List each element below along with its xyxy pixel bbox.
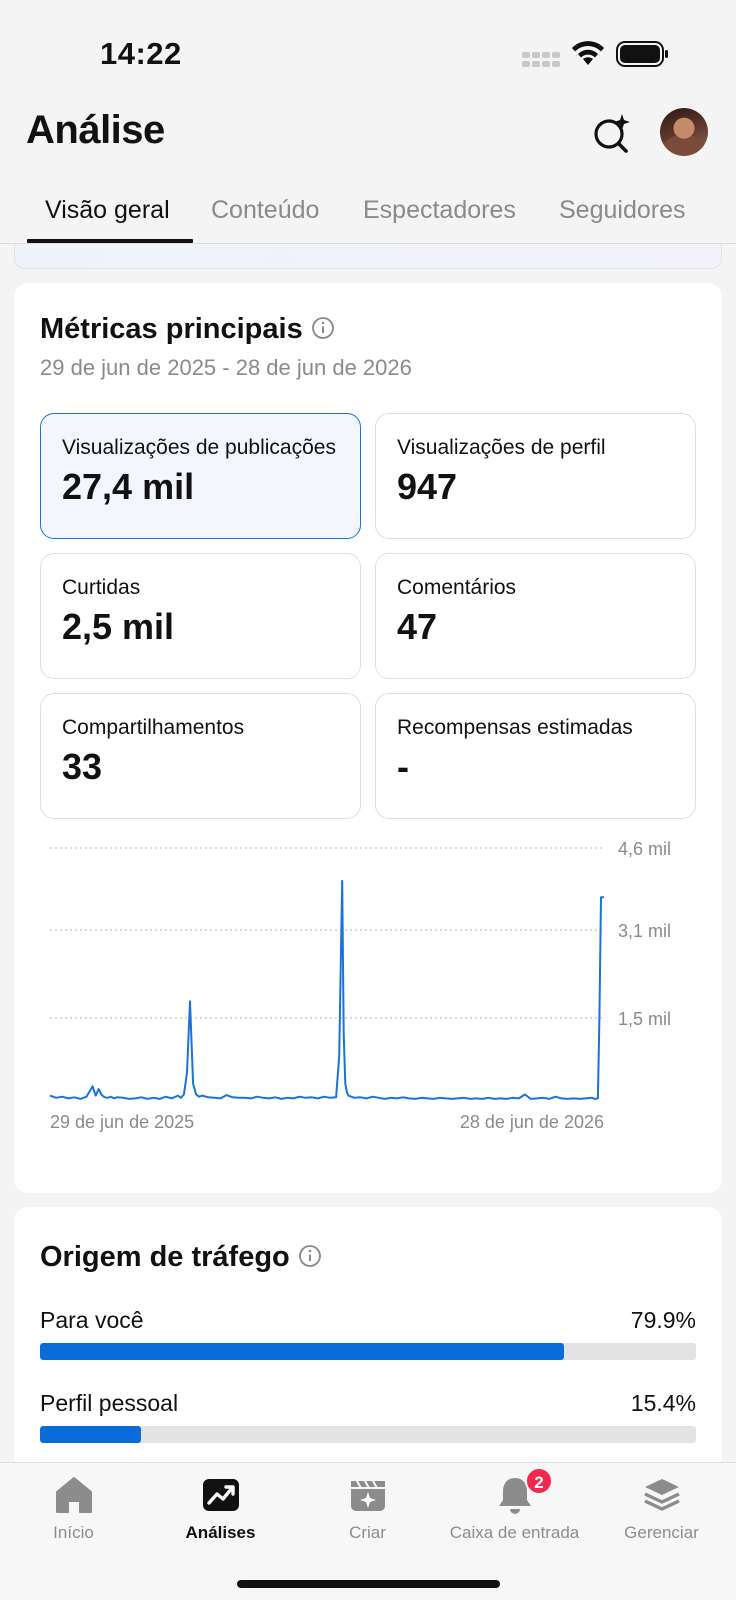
traffic-bar-track xyxy=(40,1343,696,1360)
info-icon[interactable] xyxy=(298,1244,322,1268)
metric-value: 33 xyxy=(62,746,103,787)
tab-viewers[interactable]: Espectadores xyxy=(363,196,516,225)
active-tab-indicator xyxy=(27,239,193,243)
page-title: Análise xyxy=(26,108,165,152)
cellular-signal-icon xyxy=(522,52,560,67)
notification-badge: 2 xyxy=(525,1467,553,1495)
metric-label: Compartilhamentos xyxy=(62,716,245,739)
create-icon xyxy=(350,1480,385,1511)
home-indicator xyxy=(237,1580,500,1588)
metric-label: Comentários xyxy=(397,576,517,599)
y-tick-label: 4,6 mil xyxy=(618,839,671,859)
date-range: 29 de jun de 2025 - 28 de jun de 2026 xyxy=(40,355,412,380)
nav-home[interactable]: Início xyxy=(0,1473,147,1543)
nav-label: Análises xyxy=(185,1523,256,1542)
tab-overview[interactable]: Visão geral xyxy=(45,196,170,225)
traffic-label: Para você xyxy=(40,1307,144,1333)
nav-label: Gerenciar xyxy=(624,1523,699,1542)
metric-label: Curtidas xyxy=(62,576,141,599)
battery-icon xyxy=(616,41,668,67)
metric-value: 47 xyxy=(397,606,438,647)
metric-profile-views[interactable]: Visualizações de perfil 947 xyxy=(375,413,696,539)
x-tick-label: 29 de jun de 2025 xyxy=(50,1112,194,1132)
tab-content[interactable]: Conteúdo xyxy=(211,196,319,225)
y-tick-label: 3,1 mil xyxy=(618,921,671,941)
metric-comments[interactable]: Comentários 47 xyxy=(375,553,696,679)
nav-manage[interactable]: Gerenciar xyxy=(588,1473,735,1543)
status-time: 14:22 xyxy=(100,36,182,71)
metric-post-views[interactable]: Visualizações de publicações 27,4 mil xyxy=(40,413,361,539)
metric-shares[interactable]: Compartilhamentos 33 xyxy=(40,693,361,819)
avatar[interactable] xyxy=(660,108,708,156)
traffic-source-title: Origem de tráfego xyxy=(40,1241,322,1274)
y-tick-label: 1,5 mil xyxy=(618,1009,671,1029)
metric-value: 947 xyxy=(397,466,458,507)
info-icon[interactable] xyxy=(311,316,335,340)
traffic-source-card: Origem de tráfego Para você 79.9% Perfil… xyxy=(14,1207,722,1477)
nav-label: Caixa de entrada xyxy=(449,1523,580,1542)
chart-canvas: 4,6 mil 3,1 mil 1,5 mil 29 de jun de 2025 28… xyxy=(49,839,671,1132)
traffic-row-profile: Perfil pessoal 15.4% xyxy=(40,1390,696,1470)
traffic-bar-track xyxy=(40,1426,696,1443)
traffic-bar-fill xyxy=(40,1426,142,1443)
metric-likes[interactable]: Curtidas 2,5 mil xyxy=(40,553,361,679)
metric-value: 27,4 mil xyxy=(62,466,195,507)
nav-label: Criar xyxy=(349,1523,386,1542)
traffic-label: Perfil pessoal xyxy=(40,1390,179,1416)
x-tick-label: 28 de jun de 2026 xyxy=(460,1112,604,1132)
traffic-percent: 79.9% xyxy=(630,1307,696,1333)
key-metrics-title: Métricas principais xyxy=(40,313,335,346)
nav-analytics[interactable]: Análises xyxy=(147,1473,294,1543)
metric-estimated-rewards[interactable]: Recompensas estimadas - xyxy=(375,693,696,819)
tab-bar: Visão geral Conteúdo Espectadores Seguid… xyxy=(0,180,736,244)
traffic-row-for-you: Para você 79.9% xyxy=(40,1307,696,1387)
traffic-percent: 15.4% xyxy=(630,1390,696,1416)
metric-value: 2,5 mil xyxy=(62,606,175,647)
layers-icon xyxy=(643,1479,680,1511)
metric-value: - xyxy=(397,746,409,787)
status-bar: 14:22 xyxy=(0,0,736,100)
key-metrics-title-text: Métricas principais xyxy=(40,313,303,345)
analytics-icon xyxy=(202,1479,239,1511)
post-views-chart[interactable]: 4,6 mil 3,1 mil 1,5 mil 29 de jun de 2025 28… xyxy=(14,838,722,1158)
traffic-source-title-text: Origem de tráfego xyxy=(40,1241,290,1273)
nav-label: Início xyxy=(53,1523,94,1542)
scrolled-card-edge xyxy=(14,244,722,269)
key-metrics-card: Métricas principais 29 de jun de 2025 - … xyxy=(14,283,722,1193)
traffic-bar-fill xyxy=(40,1343,565,1360)
tab-followers[interactable]: Seguidores xyxy=(559,196,685,225)
metric-label: Visualizações de publicações xyxy=(62,436,336,459)
metric-label: Visualizações de perfil xyxy=(397,436,606,459)
metric-label: Recompensas estimadas xyxy=(397,716,633,739)
wifi-icon xyxy=(572,41,604,65)
post-views-series-line xyxy=(49,879,604,1100)
nav-inbox[interactable]: 2 Caixa de entrada xyxy=(441,1467,588,1543)
home-icon xyxy=(55,1477,92,1513)
sparkle-search-icon[interactable] xyxy=(592,112,632,154)
nav-create[interactable]: Criar xyxy=(294,1473,441,1543)
